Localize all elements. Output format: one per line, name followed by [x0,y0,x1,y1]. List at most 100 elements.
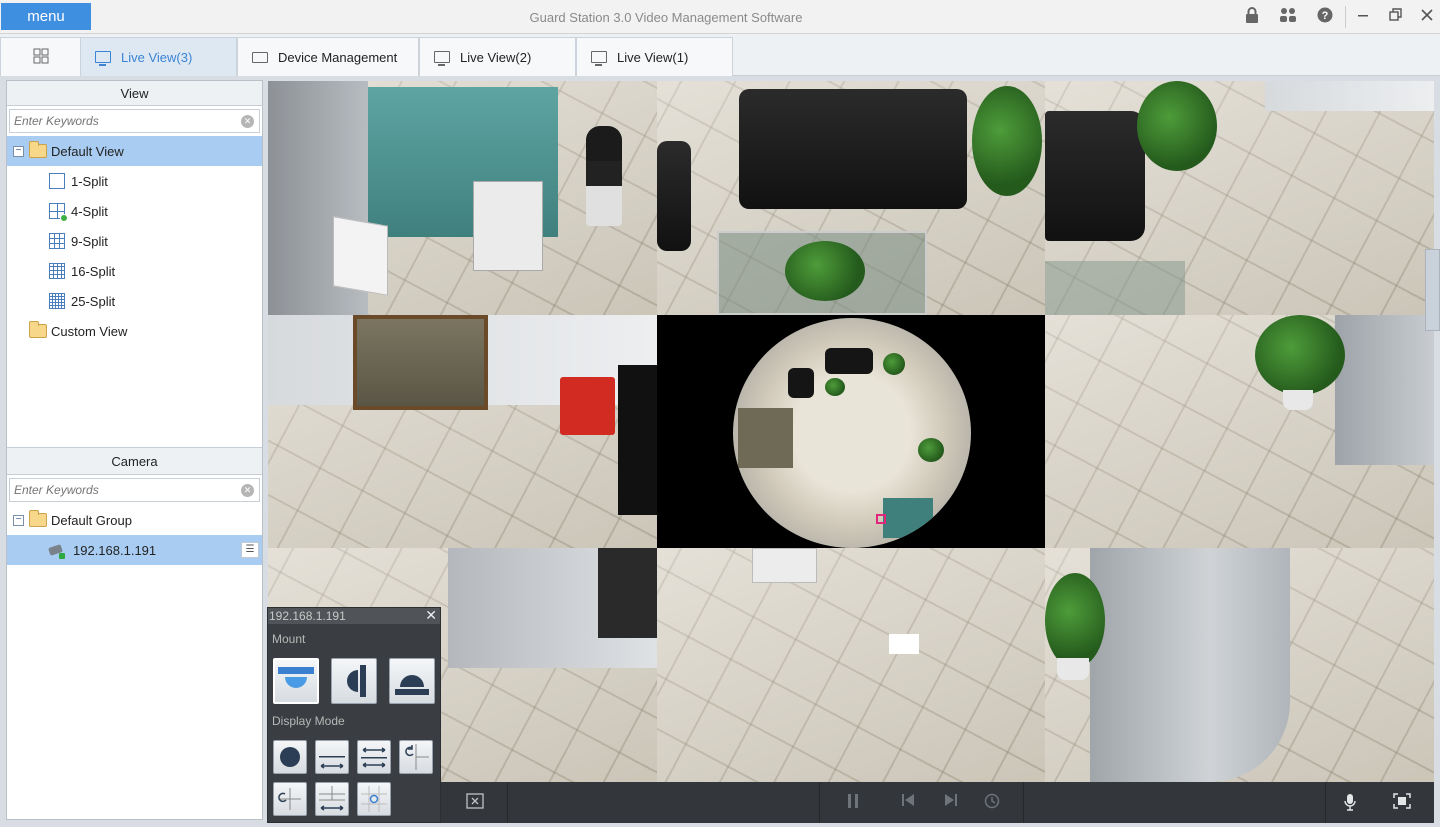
app-window: menu Guard Station 3.0 Video Management … [0,0,1440,827]
toolbar-divider [507,782,508,823]
video-tile-9[interactable] [1045,548,1434,782]
mode-1p3-button[interactable] [399,740,433,774]
video-feed-detail [1045,573,1105,668]
previous-frame-icon[interactable] [898,793,918,813]
tree-item-label: 192.168.1.191 [73,542,157,558]
mount-label: Mount [272,632,306,646]
tree-item-label: 25-Split [71,293,116,309]
video-tile-1[interactable] [268,81,657,315]
minimize-icon[interactable] [1353,7,1373,27]
tree-item-custom-view[interactable]: Custom View [7,316,262,346]
close-icon[interactable] [1417,7,1437,27]
app-title: Guard Station 3.0 Video Management Softw… [529,10,803,25]
panorama-split-icon [316,783,348,815]
tab-home[interactable] [0,37,81,76]
folder-icon [29,321,47,338]
microphone-icon[interactable] [1340,793,1360,813]
video-feed-detail [1283,390,1313,410]
camera-search-input[interactable] [10,479,259,501]
ptz-region-marker[interactable] [876,514,886,524]
wall-mount-button[interactable] [331,658,377,704]
video-tile-3[interactable] [1045,81,1434,315]
tree-item-camera-device[interactable]: 192.168.1.191 ☰ [7,535,262,565]
mode-original-button[interactable] [273,740,307,774]
collapsed-side-panel-handle[interactable] [1425,249,1440,331]
lock-icon[interactable] [1242,7,1262,27]
tree-item-default-view[interactable]: − Default View [7,136,262,166]
video-tile-8[interactable] [657,548,1045,782]
collapse-icon[interactable]: − [13,514,24,526]
tab-live-view-2[interactable]: Live View(2) [419,37,576,76]
fullscreen-icon[interactable] [1392,793,1412,813]
next-frame-icon[interactable] [941,793,961,813]
panorama-icon [316,741,348,773]
mount-options [268,658,440,704]
monitor-icon [434,51,450,66]
tab-live-view-1[interactable]: Live View(1) [576,37,733,76]
collapse-icon[interactable]: − [13,145,24,157]
mode-dual-panorama-button[interactable] [357,740,391,774]
video-feed-detail [1045,111,1145,241]
camera-section: Camera ✕ − Default Group 192.168.1.191 ☰ [7,448,262,565]
video-tile-4[interactable] [268,315,657,548]
tab-live-view-3[interactable]: Live View(3) [80,37,237,76]
video-feed-detail [785,241,865,301]
close-all-windows-icon[interactable] [465,793,485,813]
pause-icon[interactable] [843,793,863,813]
list-menu-icon[interactable]: ☰ [241,542,259,558]
mode-panorama-180-button[interactable] [315,740,349,774]
mode-1p8-button[interactable] [357,782,391,816]
rotate-quad-icon [274,783,306,815]
clear-search-icon[interactable]: ✕ [241,115,254,128]
video-feed-detail [972,86,1042,196]
camera-search-box: ✕ [9,478,260,502]
video-feed-detail [883,498,933,538]
svg-text:?: ? [1322,10,1329,22]
ip-camera-icon [49,544,67,559]
mode-panorama-split-button[interactable] [315,782,349,816]
video-feed-detail [788,368,814,398]
video-feed-detail [473,181,543,271]
tree-item-default-group[interactable]: − Default Group [7,505,262,535]
video-feed-detail [1057,658,1089,680]
video-tile-fisheye[interactable] [657,315,1045,548]
toolbar-divider [1023,782,1024,823]
tree-item-1-split[interactable]: 1-Split [7,166,262,196]
tree-item-label: 1-Split [71,173,108,189]
view-search-input[interactable] [10,110,259,132]
video-feed-detail [883,353,905,375]
tree-item-label: 16-Split [71,263,116,279]
view-panel-title: View [7,81,262,106]
tree-item-16-split[interactable]: 16-Split [7,256,262,286]
ceiling-mount-button[interactable] [273,658,319,704]
close-icon[interactable]: ✕ [425,607,437,623]
tree-item-9-split[interactable]: 9-Split [7,226,262,256]
tree-item-label: Custom View [51,323,128,339]
split-4-icon [49,203,68,222]
video-feed-detail [918,438,944,462]
mode-1p4-button[interactable] [273,782,307,816]
tree-item-label: 9-Split [71,233,108,249]
video-tile-6[interactable] [1045,315,1434,548]
clear-search-icon[interactable]: ✕ [241,484,254,497]
clock-icon[interactable] [982,793,1002,813]
camera-panel-title: Camera [7,448,262,475]
monitor-icon [591,51,607,66]
tree-item-4-split[interactable]: 4-Split [7,196,262,226]
users-icon[interactable] [1278,7,1298,27]
tab-device-management[interactable]: Device Management [237,37,419,76]
video-tile-2[interactable] [657,81,1045,315]
folder-icon [29,141,47,158]
video-feed-detail [1335,315,1434,465]
tree-item-25-split[interactable]: 25-Split [7,286,262,316]
toolbar-divider [819,782,820,823]
video-feed-detail [1137,81,1217,171]
video-feed-detail [739,89,967,209]
wall-mount-icon [332,659,376,703]
left-panel: View ✕ − Default View 1-Split 4-Split 9-… [6,80,263,820]
split-1-icon [49,173,65,189]
help-icon[interactable]: ? [1315,7,1335,27]
desktop-mount-button[interactable] [389,658,435,704]
restore-icon[interactable] [1385,7,1405,27]
camera-icon [252,51,268,63]
